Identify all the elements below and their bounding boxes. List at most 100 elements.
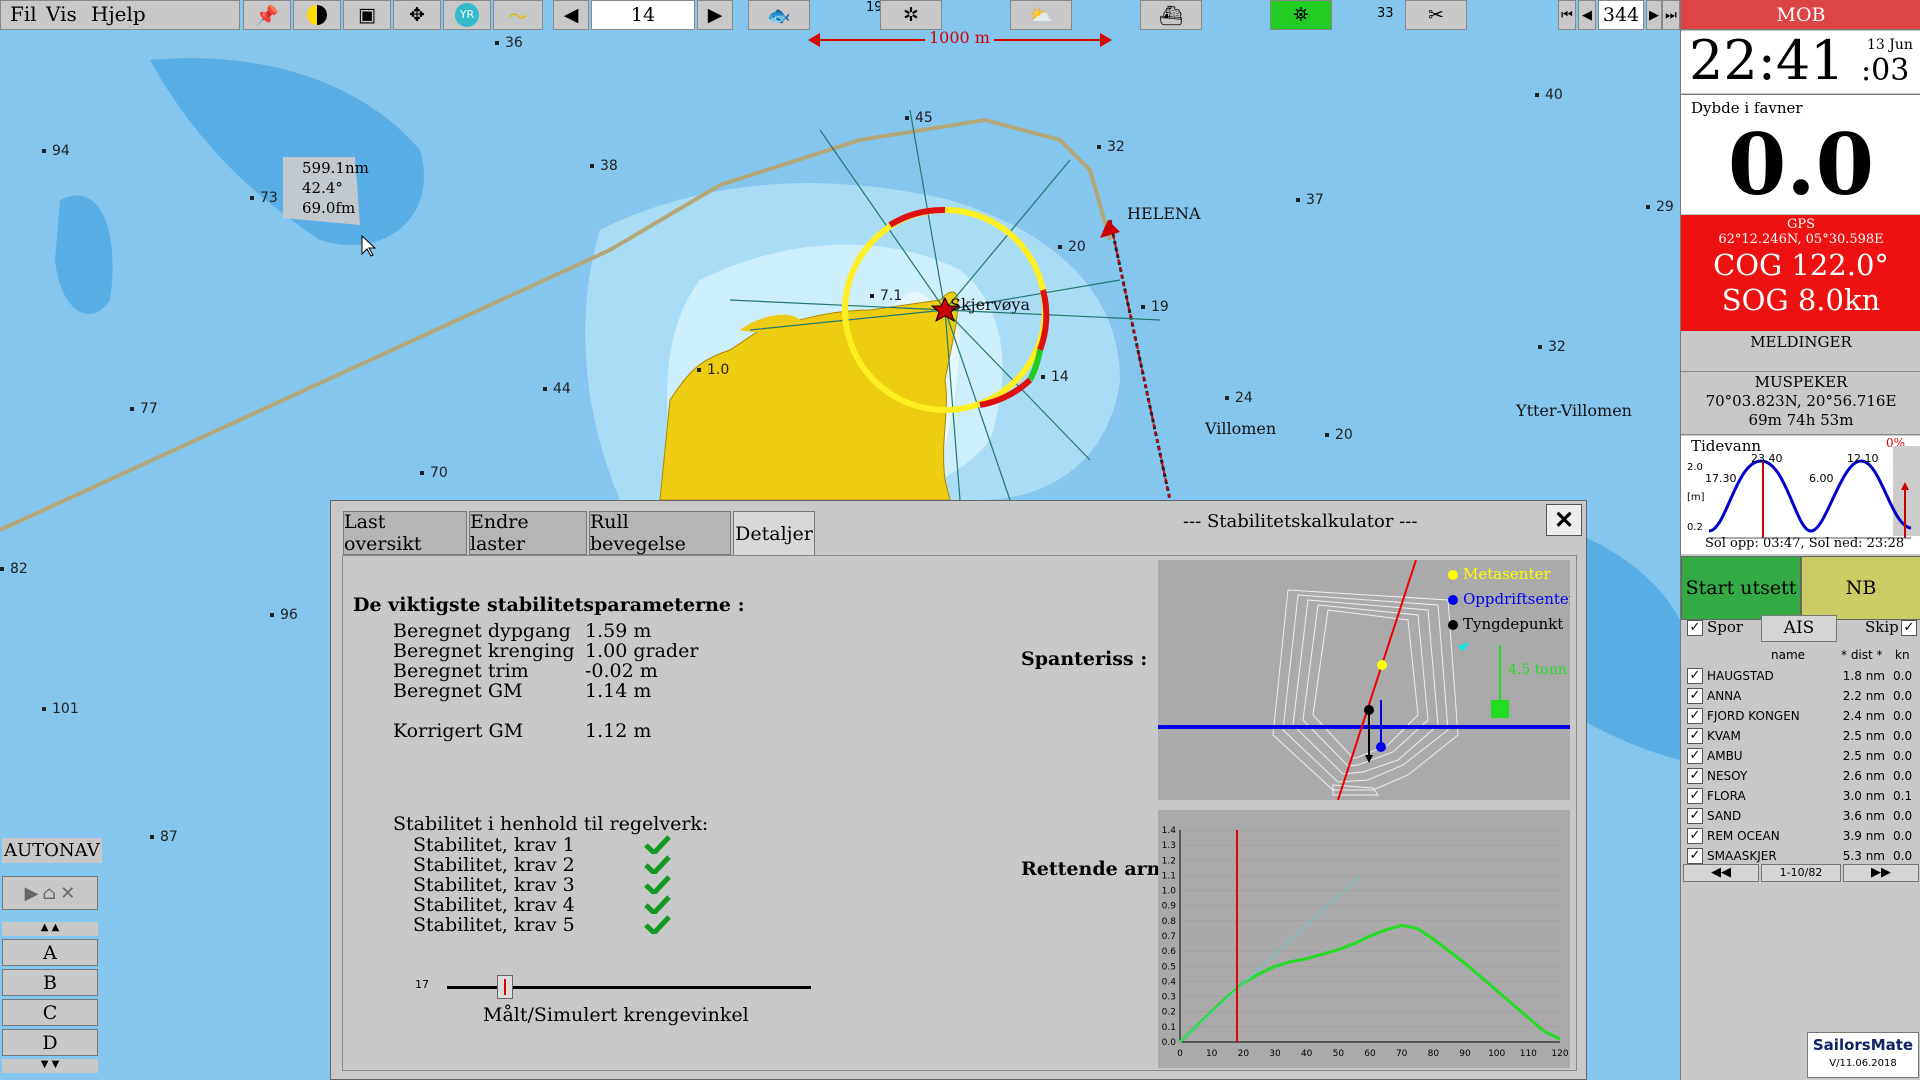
chart-y-tick-label: 1.2 <box>1162 856 1176 866</box>
autonav-scroll-down[interactable]: ▼ ▼ <box>2 1059 98 1073</box>
autonav-scroll-up[interactable]: ▲ ▲ <box>2 922 98 936</box>
ais-row-checkbox[interactable]: ✓ <box>1687 728 1703 744</box>
ais-row[interactable]: ✓ AMBU 2.5 nm 0.0 <box>1681 746 1920 766</box>
screenshot-icon[interactable]: ▣ <box>343 0 391 30</box>
dialog-close-button[interactable]: ✕ <box>1546 504 1582 536</box>
last-icon[interactable]: ⏭ <box>1662 0 1680 30</box>
section-label: Spanteriss : <box>1021 648 1148 670</box>
righting-arm-svg: 0.0 0.1 0.2 0.3 0.4 0.5 0.6 0.7 0.8 0.9 1.0 1.1 1.2 1… <box>1162 826 1569 1059</box>
autonav-button-d[interactable]: D <box>2 1029 98 1056</box>
play-icon[interactable]: ▶ <box>25 883 39 904</box>
mob-button[interactable]: MOB <box>1681 0 1920 30</box>
autonav-button-a[interactable]: A <box>2 939 98 966</box>
cursor-tooltip: 599.1nm 42.4° 69.0fm <box>302 158 369 218</box>
home-icon[interactable]: ⌂ <box>43 883 57 904</box>
ais-row-checkbox[interactable]: ✓ <box>1687 708 1703 724</box>
ais-row[interactable]: ✓ REM OCEAN 3.9 nm 0.0 <box>1681 826 1920 846</box>
menu-help[interactable]: Hjelp <box>91 2 146 26</box>
heel-slider-handle[interactable] <box>497 975 513 999</box>
vessel-icon[interactable]: ⛴ <box>1140 0 1202 30</box>
ais-row[interactable]: ✓ ANNA 2.2 nm 0.0 <box>1681 686 1920 706</box>
ais-row-checkbox[interactable]: ✓ <box>1687 808 1703 824</box>
place-name: Villomen <box>1205 419 1277 438</box>
menu-view[interactable]: Vis <box>46 2 77 26</box>
ais-row[interactable]: ✓ SMAASKJER 5.3 nm 0.0 <box>1681 846 1920 866</box>
ais-row-dist: 3.0 nm <box>1842 789 1885 803</box>
ais-row-checkbox[interactable]: ✓ <box>1687 788 1703 804</box>
fish-icon[interactable]: 🐟 <box>748 0 810 30</box>
ais-row-name: REM OCEAN <box>1707 829 1780 843</box>
ais-row[interactable]: ✓ FJORD KONGEN 2.4 nm 0.0 <box>1681 706 1920 726</box>
ais-toggle-icon[interactable]: ⛯ <box>1270 0 1332 30</box>
tide-time-2: 23.40 <box>1751 452 1783 465</box>
ais-button[interactable]: AIS <box>1761 615 1837 642</box>
zoom-next-icon[interactable]: ▶ <box>697 0 733 30</box>
ais-header-dist: * dist * <box>1841 648 1883 662</box>
next-icon[interactable]: ▶ <box>1646 0 1662 30</box>
ais-row-checkbox[interactable]: ✓ <box>1687 668 1703 684</box>
compass-icon[interactable]: ✲ <box>880 0 942 30</box>
chart-y-tick-label: 1.1 <box>1162 871 1176 881</box>
menu-file[interactable]: Fil <box>10 2 37 26</box>
tab-load-overview[interactable]: Last oversikt <box>343 511 467 555</box>
zoom-level[interactable]: 14 <box>591 0 695 30</box>
ais-row[interactable]: ✓ NESOY 2.6 nm 0.0 <box>1681 766 1920 786</box>
param-value: 1.59 m <box>585 620 652 642</box>
nautical-map[interactable]: 1000 m 599.1nm 42.4° 69.0fm 36 40 94 45 38 32… <box>0 0 1680 1080</box>
ais-prev-button[interactable]: ◀◀ <box>1683 864 1759 882</box>
ais-row[interactable]: ✓ KVAM 2.5 nm 0.0 <box>1681 726 1920 746</box>
ais-row-checkbox[interactable]: ✓ <box>1687 688 1703 704</box>
ais-row[interactable]: ✓ SAND 3.6 nm 0.0 <box>1681 806 1920 826</box>
close-icon[interactable]: ✕ <box>60 883 75 904</box>
depth-sounding: 36 <box>495 35 523 51</box>
arm-label: Rettende arm: <box>1021 858 1174 880</box>
weather-icon[interactable]: ⛅ <box>1010 0 1072 30</box>
ais-list: name * dist * kn ✓ HAUGSTAD 1.8 nm 0.0 ✓ ANNA… <box>1681 646 1920 864</box>
place-name: Ytter-Villomen <box>1516 401 1632 420</box>
ais-row-dist: 3.6 nm <box>1842 809 1885 823</box>
first-icon[interactable]: ⏮ <box>1558 0 1576 30</box>
zoom-prev-icon[interactable]: ◀ <box>553 0 589 30</box>
move-icon[interactable]: ✥ <box>393 0 441 30</box>
counter-value[interactable]: 344 <box>1598 0 1644 30</box>
prev-icon[interactable]: ◀ <box>1578 0 1596 30</box>
ais-row-kn: 0.0 <box>1893 849 1913 863</box>
ship-checkbox[interactable]: ✓ <box>1901 620 1917 636</box>
route-icon[interactable]: 〜 <box>493 0 543 30</box>
dialog-title: --- Stabilitetskalkulator --- <box>1183 511 1418 532</box>
ais-row-dist: 2.2 nm <box>1842 689 1885 703</box>
details-panel: De viktigste stabilitetsparameterne : Be… <box>342 555 1577 1071</box>
tab-roll-motion[interactable]: Rull bevegelse <box>589 511 731 555</box>
depth-sounding: 40 <box>1535 87 1563 103</box>
ais-row[interactable]: ✓ FLORA 3.0 nm 0.1 <box>1681 786 1920 806</box>
depth-sounding: 87 <box>150 829 178 845</box>
track-checkbox[interactable]: ✓ <box>1687 620 1703 636</box>
tools-icon[interactable]: ✂ <box>1405 0 1467 30</box>
ais-row-name: ANNA <box>1707 689 1742 703</box>
autonav-button-c[interactable]: C <box>2 999 98 1026</box>
ais-row-checkbox[interactable]: ✓ <box>1687 848 1703 864</box>
brand-version: V/11.06.2018 <box>1829 1058 1897 1069</box>
tab-details[interactable]: Detaljer <box>733 511 815 555</box>
legend-metacenter: Metasenter <box>1463 565 1551 583</box>
yr-weather-icon[interactable]: YR <box>443 0 491 30</box>
ais-row-checkbox[interactable]: ✓ <box>1687 768 1703 784</box>
tide-axis-top: 2.0 <box>1687 462 1703 473</box>
depth-sounding: 24 <box>1225 390 1253 406</box>
ais-row-kn: 0.0 <box>1893 669 1913 683</box>
autonav-button-b[interactable]: B <box>2 969 98 996</box>
day-night-icon[interactable] <box>293 0 341 30</box>
stability-dialog: Last oversikt Endre laster Rull bevegels… <box>330 500 1587 1080</box>
nb-button[interactable]: NB <box>1801 556 1920 620</box>
ais-next-button[interactable]: ▶▶ <box>1843 864 1919 882</box>
tab-change-loads[interactable]: Endre laster <box>469 511 587 555</box>
ais-row-checkbox[interactable]: ✓ <box>1687 748 1703 764</box>
start-button[interactable]: Start utsett <box>1681 556 1801 620</box>
pin-icon[interactable]: 📌 <box>243 0 291 30</box>
ais-row-checkbox[interactable]: ✓ <box>1687 828 1703 844</box>
messages-button[interactable]: MELDINGER <box>1681 332 1920 372</box>
ais-row-name: KVAM <box>1707 729 1741 743</box>
hull-section-view: Metasenter Oppdriftsenter Tyngdepunkt 4.… <box>1158 560 1570 800</box>
ais-row[interactable]: ✓ HAUGSTAD 1.8 nm 0.0 <box>1681 666 1920 686</box>
chart-x-tick-label: 90 <box>1459 1049 1471 1059</box>
